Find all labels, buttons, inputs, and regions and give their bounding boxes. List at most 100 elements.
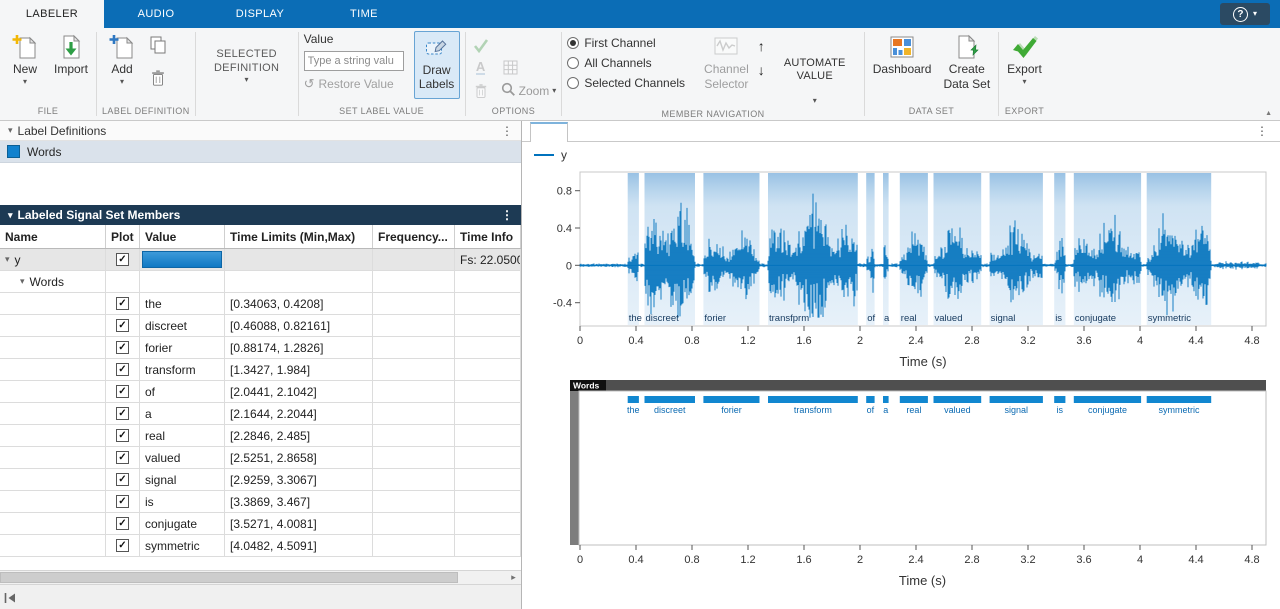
help-button[interactable]: ? ▾ [1220,3,1270,25]
grid-icon[interactable] [501,58,521,78]
channel-selector-button[interactable]: Channel Selector [701,31,752,93]
table-row-word[interactable]: ✓is[3.3869, 3.467] [0,491,521,513]
plot-checkbox[interactable]: ✓ [116,341,129,354]
svg-text:is: is [1057,405,1064,415]
create-data-set-button[interactable]: Create Data Set [940,31,993,93]
panel-menu-icon[interactable]: ⋮ [501,124,513,138]
table-row-word[interactable]: ✓of[2.0441, 2.1042] [0,381,521,403]
label-definition-words[interactable]: Words [0,141,521,163]
new-button[interactable]: New ▾ [5,31,45,88]
delete-definition-button[interactable] [148,69,168,89]
svg-text:0.8: 0.8 [684,335,699,347]
table-row-signal-y[interactable]: ▾ y ✓ Fs: 22.0500 [0,249,521,271]
previous-member-arrow-icon[interactable]: ↑ [758,39,765,53]
left-panel: ▾ Label Definitions ⋮ Words ▾ Labeled Si… [0,121,522,609]
add-definition-button[interactable]: Add ▾ [102,31,142,88]
plot-checkbox[interactable]: ✓ [116,451,129,464]
word-value-cell: valued [140,447,225,468]
table-row-word[interactable]: ✓symmetric[4.0482, 4.5091] [0,535,521,557]
tab-audio[interactable]: AUDIO [104,0,208,28]
time-limits-cell: [0.88174, 1.2826] [225,337,373,358]
plot-checkbox[interactable]: ✓ [116,319,129,332]
svg-text:4.4: 4.4 [1188,554,1203,566]
column-header-time-limits[interactable]: Time Limits (Min,Max) [225,225,373,248]
table-row-word[interactable]: ✓signal[2.9259, 3.3067] [0,469,521,491]
legend-line-sample [534,154,554,156]
panel-menu-icon[interactable]: ⋮ [1256,124,1268,138]
font-a-icon[interactable]: A [471,58,491,78]
table-row-word[interactable]: ✓the[0.34063, 0.4208] [0,293,521,315]
plot-checkbox[interactable]: ✓ [116,297,129,310]
table-row-word[interactable]: ✓real[2.2846, 2.485] [0,425,521,447]
radio-first-channel-label: First Channel [584,36,655,50]
column-header-frequency[interactable]: Frequency... [373,225,455,248]
scrollbar-thumb[interactable] [0,572,458,583]
table-row-word[interactable]: ✓transform[1.3427, 1.984] [0,359,521,381]
plot-checkbox[interactable]: ✓ [116,385,129,398]
accept-check-icon[interactable] [471,35,491,55]
add-label: Add [111,63,132,76]
next-member-arrow-icon[interactable]: ↓ [758,63,765,77]
scrollbar-right-arrow-icon[interactable]: ▸ [506,571,521,584]
plot-checkbox[interactable]: ✓ [116,429,129,442]
radio-selected-channels[interactable]: Selected Channels [567,76,685,90]
column-header-plot[interactable]: Plot [106,225,140,248]
svg-text:3.6: 3.6 [1076,554,1091,566]
plot-checkbox[interactable]: ✓ [116,517,129,530]
table-row-words-group[interactable]: ▾ Words [0,271,521,293]
table-row-word[interactable]: ✓conjugate[3.5271, 4.0081] [0,513,521,535]
plot-checkbox[interactable]: ✓ [116,495,129,508]
zoom-button[interactable]: Zoom ▾ [501,82,557,100]
table-row-word[interactable]: ✓valued[2.5251, 2.8658] [0,447,521,469]
plot-tab-strip: ⋮ [522,121,1280,142]
plot-checkbox[interactable]: ✓ [116,473,129,486]
toolstrip-tabbar: LABELER AUDIO DISPLAY TIME ? ▾ [0,0,1280,28]
column-header-time-info[interactable]: Time Info [455,225,521,248]
import-button[interactable]: Import [51,31,91,78]
plot-checkbox[interactable]: ✓ [116,539,129,552]
dashboard-button[interactable]: Dashboard [870,31,935,78]
selected-definition-dropdown[interactable]: SELECTED DEFINITION ▾ [201,31,293,101]
value-label: Value [304,32,408,46]
export-button[interactable]: Export ▾ [1004,31,1045,88]
table-row-word[interactable]: ✓a[2.1644, 2.2044] [0,403,521,425]
section-title-set-label-value: SET LABEL VALUE [304,104,460,120]
horizontal-scrollbar[interactable]: ▸ [0,570,521,584]
svg-text:conjugate: conjugate [1088,405,1127,415]
legend-label: y [561,148,567,162]
plot-checkbox[interactable]: ✓ [116,407,129,420]
tab-display[interactable]: DISPLAY [208,0,312,28]
label-value-input[interactable] [304,51,404,71]
duplicate-definition-button[interactable] [148,36,168,56]
table-row-word[interactable]: ✓ forier[0.88174, 1.2826] [0,337,521,359]
radio-all-channels[interactable]: All Channels [567,56,685,70]
collapse-triangle-icon[interactable]: ▾ [8,126,13,135]
panel-menu-icon[interactable]: ⋮ [501,208,513,222]
word-value-cell: forier [140,337,225,358]
restore-value-button[interactable]: ↺ Restore Value [304,76,408,92]
column-header-value[interactable]: Value [140,225,225,248]
svg-text:1.6: 1.6 [796,554,811,566]
words-track-plot[interactable]: Wordsthediscreetforiertransformofarealva… [522,380,1280,591]
svg-text:2.8: 2.8 [964,554,979,566]
value-selection-bar[interactable] [142,251,222,268]
collapse-ribbon-icon[interactable]: ▲ [1265,110,1272,117]
copy-icon [149,36,167,57]
plot-checkbox[interactable]: ✓ [116,253,129,266]
draw-labels-button[interactable]: Draw Labels [414,31,460,99]
expand-triangle-icon[interactable]: ▾ [5,255,10,264]
automate-value-button[interactable]: AUTOMATE VALUE ▾ [771,31,859,107]
column-header-name[interactable]: Name [0,225,106,248]
collapse-panel-icon[interactable] [4,592,17,604]
collapse-triangle-icon[interactable]: ▾ [8,211,13,220]
table-row-word[interactable]: ✓discreet[0.46088, 0.82161] [0,315,521,337]
svg-text:2: 2 [857,554,863,566]
expand-triangle-icon[interactable]: ▾ [20,277,25,286]
plot-checkbox[interactable]: ✓ [116,363,129,376]
tab-labeler[interactable]: LABELER [0,0,104,28]
options-trash-icon[interactable] [471,81,491,101]
radio-first-channel[interactable]: First Channel [567,36,685,50]
waveform-plot[interactable]: thediscreetforiertransfprmofarealvalueds… [522,168,1280,372]
tab-time[interactable]: TIME [312,0,416,28]
plot-tab[interactable] [530,122,568,142]
